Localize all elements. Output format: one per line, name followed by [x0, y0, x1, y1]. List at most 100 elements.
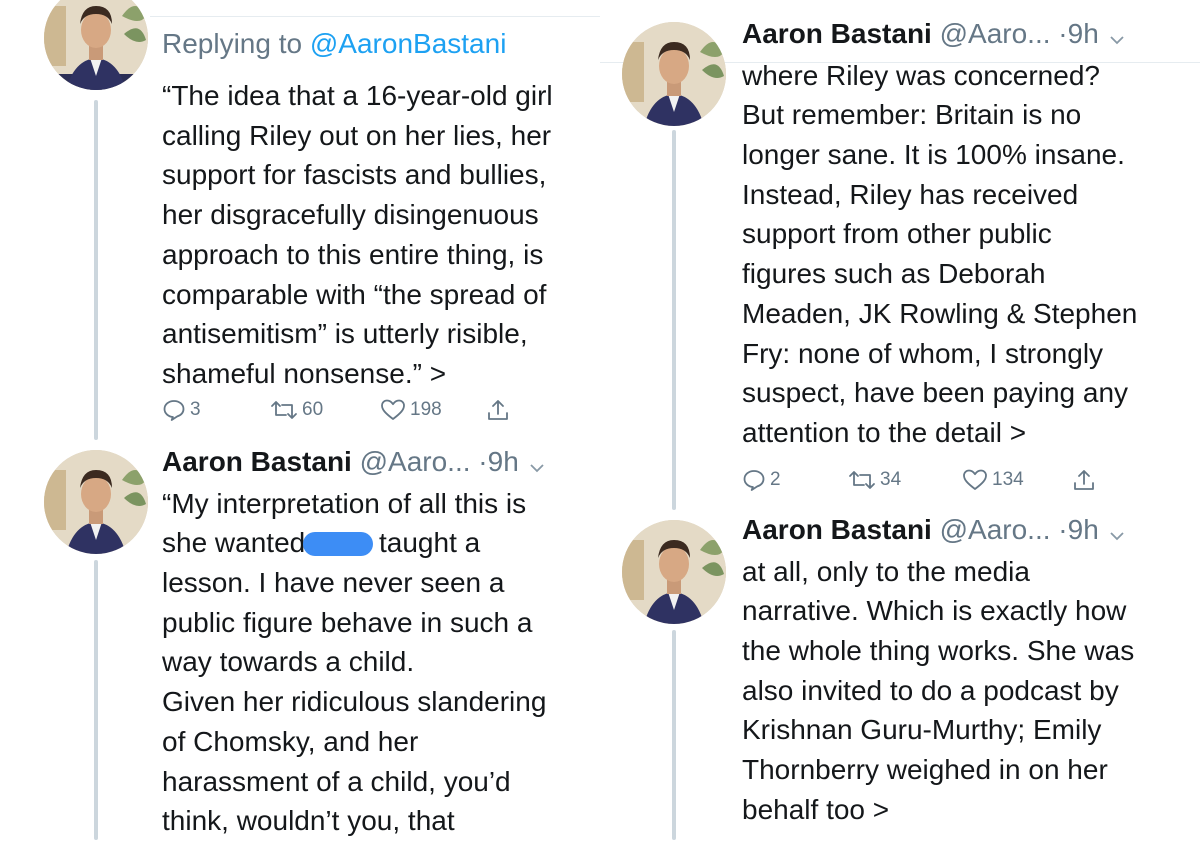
tweet-text-line: at all, only to the media: [742, 555, 1030, 587]
avatar[interactable]: [622, 22, 726, 126]
tweet-actions: 3 60 198: [162, 398, 522, 426]
retweet-count: 34: [880, 469, 902, 490]
author-handle[interactable]: @Aaro...: [932, 514, 1051, 545]
tweet-timestamp[interactable]: ·9h: [1051, 514, 1098, 545]
reply-icon: [743, 470, 765, 491]
redaction-mark: [303, 532, 374, 557]
tweet[interactable]: Aaron Bastani @Aaro... ·9h where Riley w…: [742, 16, 1192, 453]
tweet-text-fragment: [371, 527, 379, 558]
tweet-text: “The idea that a 16-year-old girl callin…: [162, 76, 592, 394]
tweet-text-line: antisemitism” is utterly risible,: [162, 318, 528, 350]
replying-to-line: Replying to @AaronBastani: [162, 26, 592, 62]
share-icon: [488, 400, 508, 420]
share-button[interactable]: [486, 398, 510, 422]
author-name[interactable]: Aaron Bastani: [742, 18, 932, 49]
avatar[interactable]: [44, 0, 148, 90]
tweet-text-line: But remember: Britain is no: [742, 99, 1082, 131]
tweet-text-line: suspect, have been paying any: [742, 377, 1129, 409]
like-count: 198: [410, 399, 442, 420]
like-icon: [381, 399, 405, 420]
retweet-icon: [849, 471, 875, 489]
avatar[interactable]: [44, 450, 148, 554]
right-screenshot-panel: Aaron Bastani @Aaro... ·9h where Riley w…: [600, 0, 1200, 860]
tweet-text: “My interpretation of all this is she wa…: [162, 484, 592, 841]
tweet[interactable]: Aaron Bastani @Aaro... ·9h at all, only …: [742, 512, 1192, 830]
share-icon: [1074, 470, 1094, 490]
chevron-down-icon: [1110, 531, 1124, 540]
tweet-timestamp[interactable]: ·9h: [1051, 18, 1098, 49]
left-screenshot-panel: Replying to @AaronBastani “The idea that…: [0, 0, 600, 860]
avatar-image: [622, 520, 726, 624]
reply-button[interactable]: 3: [162, 398, 201, 422]
tweet-header: Aaron Bastani @Aaro... ·9h: [162, 444, 592, 482]
tweet-header: Aaron Bastani @Aaro... ·9h: [742, 512, 1192, 550]
tweet-menu-button[interactable]: [529, 446, 545, 482]
tweet-text-fragment: taught a: [379, 527, 481, 559]
author-name[interactable]: Aaron Bastani: [162, 446, 352, 477]
thread-line: [94, 100, 98, 440]
retweet-button[interactable]: 60: [270, 398, 323, 422]
share-button[interactable]: [1072, 468, 1096, 492]
tweet-text-line: narrative. Which is exactly how: [742, 595, 1127, 627]
tweet-text-line: lesson. I have never seen a: [162, 567, 505, 599]
tweet-text-line: Given her ridiculous slandering: [162, 686, 547, 718]
like-button[interactable]: 134: [962, 468, 1024, 492]
tweet-actions: 2 34 134: [742, 468, 1102, 496]
reply-icon: [163, 400, 185, 421]
tweet-text-line: Instead, Riley has received: [742, 178, 1079, 210]
replying-to-label: Replying to: [162, 28, 310, 59]
retweet-count: 60: [302, 399, 324, 420]
tweet-text-line: figures such as Deborah: [742, 258, 1046, 290]
tweet-menu-button[interactable]: [1109, 514, 1125, 550]
tweet-text-line: harassment of a child, you’d: [162, 765, 511, 797]
retweet-button[interactable]: 34: [848, 468, 901, 492]
tweet-text-line: think, wouldn’t you, that: [162, 805, 455, 837]
tweet-text-line: calling Riley out on her lies, her: [162, 119, 552, 151]
chevron-down-icon: [1110, 35, 1124, 44]
thread-line: [672, 630, 676, 840]
tweet-text-line: where Riley was concerned?: [742, 59, 1100, 91]
tweet-text-line: of Chomsky, and her: [162, 725, 419, 757]
divider: [150, 16, 600, 17]
tweet-text-line: approach to this entire thing, is: [162, 238, 544, 270]
mention-link[interactable]: @AaronBastani: [310, 28, 507, 59]
reply-count: 2: [770, 469, 781, 490]
tweet-text-line: comparable with “the spread of: [162, 278, 547, 310]
retweet-icon: [271, 401, 297, 419]
tweet-text: where Riley was concerned? But remember:…: [742, 56, 1192, 453]
tweet-text-line: Fry: none of whom, I strongly: [742, 337, 1104, 369]
tweet-text-line: Krishnan Guru-Murthy; Emily: [742, 714, 1102, 746]
like-icon: [963, 469, 987, 490]
author-handle[interactable]: @Aaro...: [932, 18, 1051, 49]
author-handle[interactable]: @Aaro...: [352, 446, 471, 477]
author-name[interactable]: Aaron Bastani: [742, 514, 932, 545]
reply-button[interactable]: 2: [742, 468, 781, 492]
avatar-image: [44, 450, 148, 554]
tweet-timestamp[interactable]: ·9h: [471, 446, 518, 477]
tweet[interactable]: Replying to @AaronBastani “The idea that…: [162, 26, 592, 394]
tweet-text: at all, only to the media narrative. Whi…: [742, 552, 1192, 830]
tweet-text-line: also invited to do a podcast by: [742, 674, 1119, 706]
reply-count: 3: [190, 399, 201, 420]
thread-line: [672, 130, 676, 510]
avatar-image: [622, 22, 726, 126]
tweet-text-line: way towards a child.: [162, 646, 415, 678]
tweet-text-line: support from other public: [742, 218, 1052, 250]
avatar[interactable]: [622, 520, 726, 624]
tweet[interactable]: Aaron Bastani @Aaro... ·9h “My interpret…: [162, 444, 592, 841]
tweet-text-line: Thornberry weighed in on her: [742, 754, 1108, 786]
chevron-down-icon: [530, 463, 544, 472]
avatar-image: [44, 0, 148, 90]
tweet-text-line: “The idea that a 16-year-old girl: [162, 80, 553, 111]
tweet-text-line: “My interpretation of all this is: [162, 487, 527, 519]
like-count: 134: [992, 469, 1024, 490]
tweet-text-line: she wanted taught a: [162, 523, 592, 563]
tweet-text-line: public figure behave in such a: [162, 606, 533, 638]
tweet-text-line: Meaden, JK Rowling & Stephen: [742, 297, 1138, 329]
tweet-text-line: her disgracefully disingenuous: [162, 199, 539, 231]
tweet-text-line: support for fascists and bullies,: [162, 159, 547, 191]
like-button[interactable]: 198: [380, 398, 442, 422]
tweet-text-line: attention to the detail >: [742, 416, 1027, 448]
tweet-menu-button[interactable]: [1109, 18, 1125, 54]
tweet-text-line: longer sane. It is 100% insane.: [742, 139, 1125, 171]
